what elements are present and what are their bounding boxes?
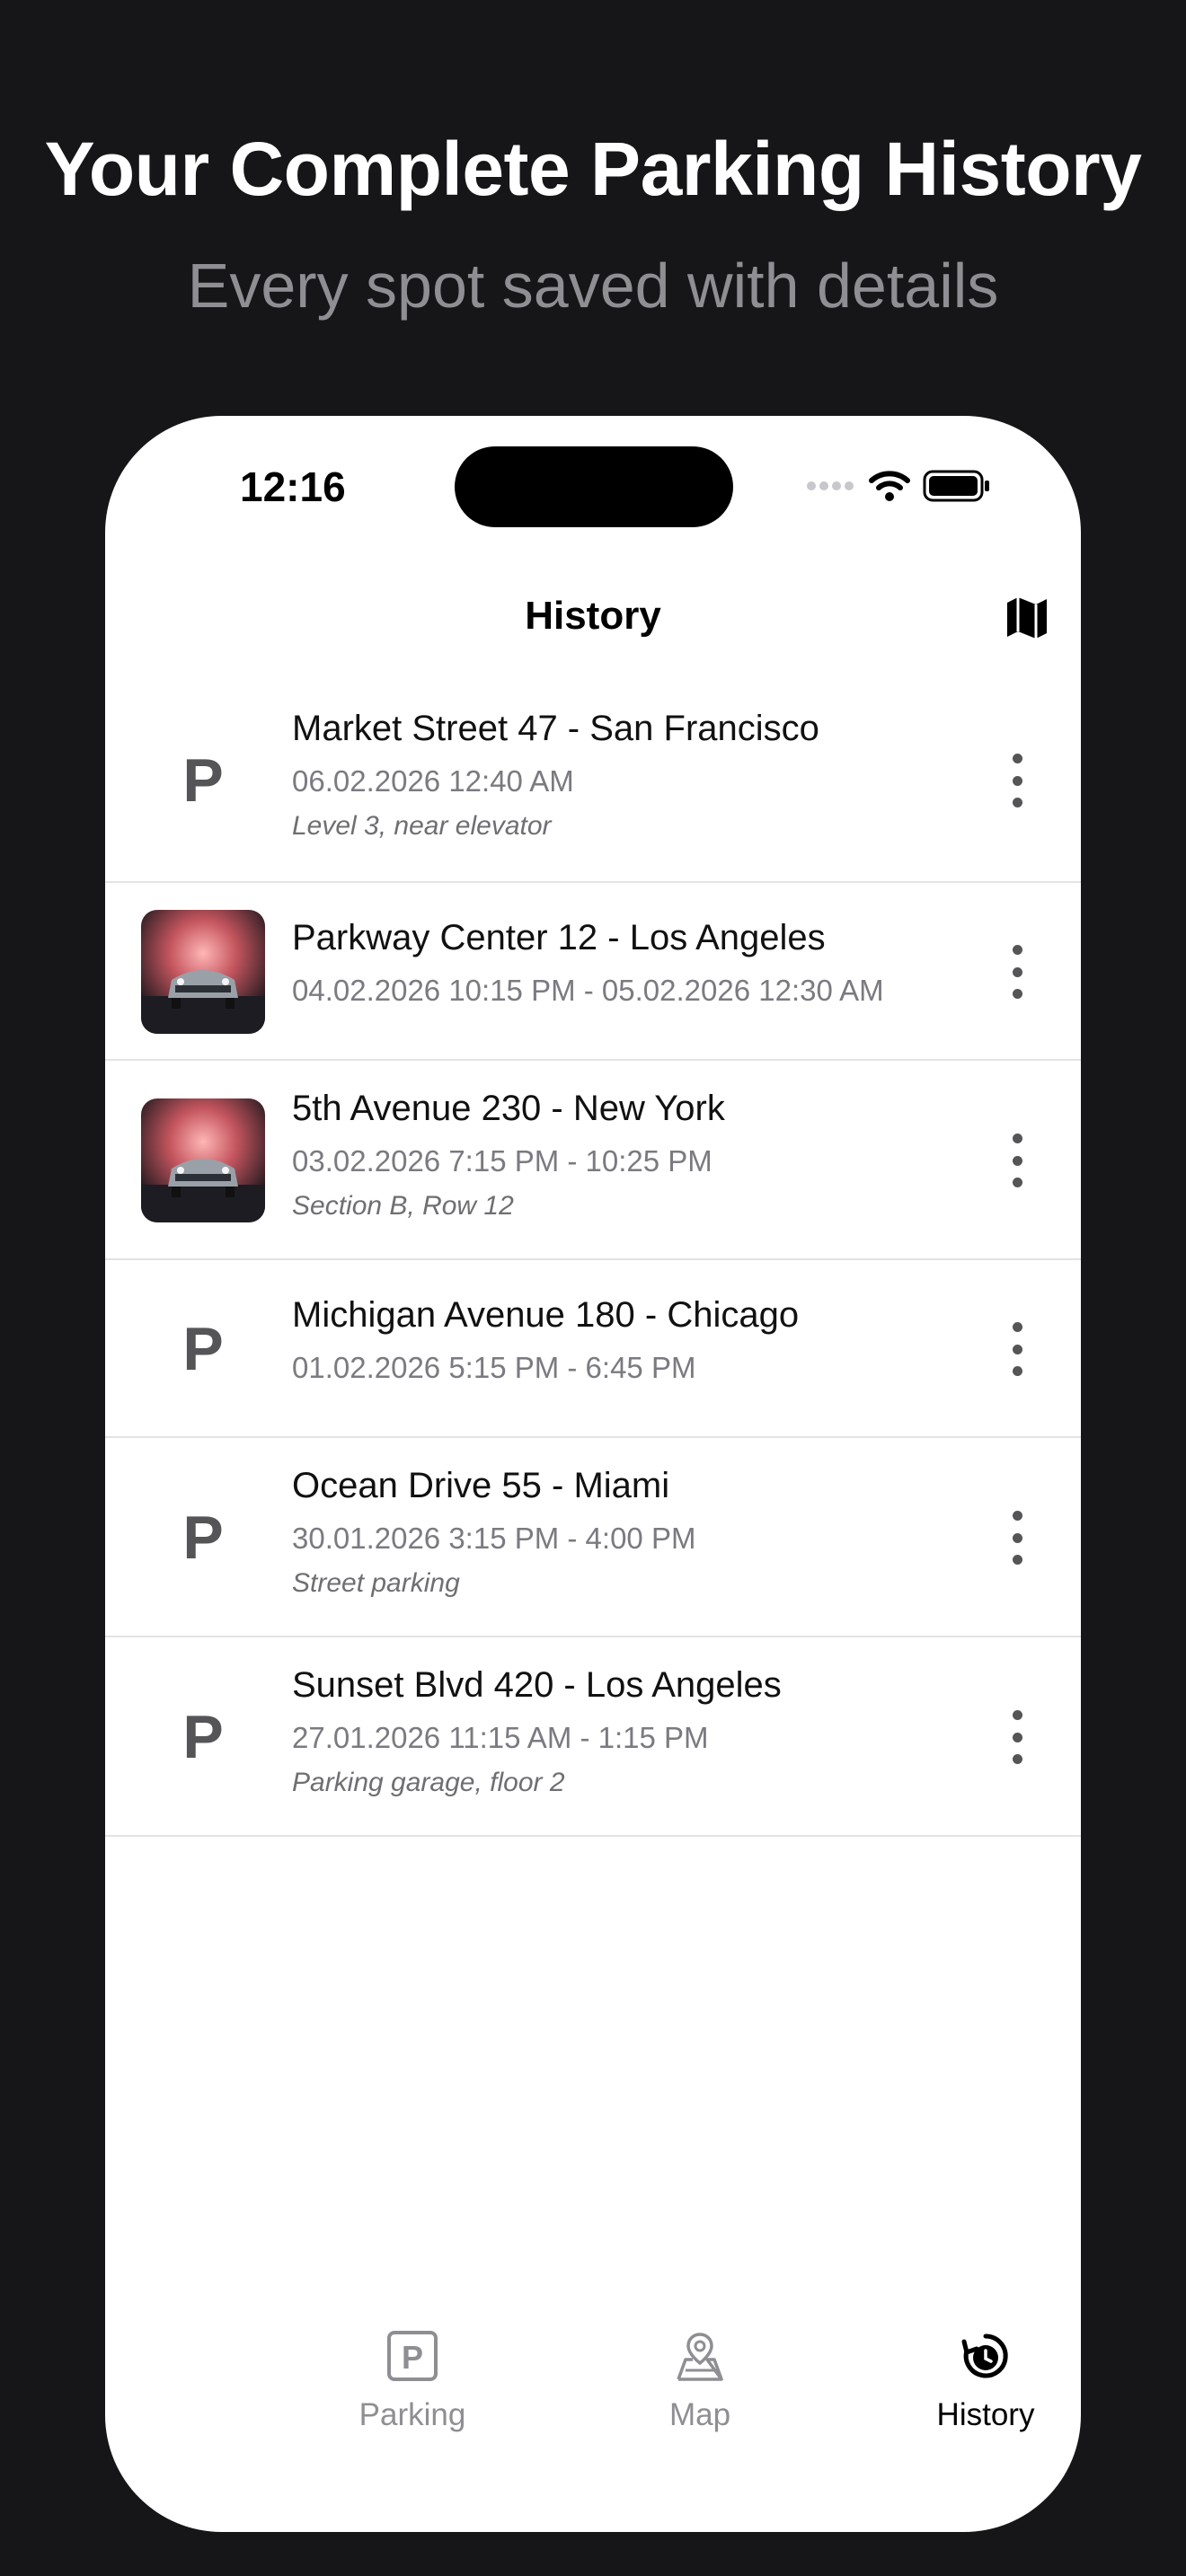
- status-icons: [806, 468, 991, 504]
- signal-icon: [807, 481, 854, 490]
- more-options-icon[interactable]: [1004, 1322, 1031, 1376]
- tab-map[interactable]: Map: [601, 2329, 799, 2473]
- history-title: Sunset Blvd 420 - Los Angeles: [292, 1665, 782, 1705]
- promo-subline: Every spot saved with details: [187, 251, 999, 321]
- parking-icon: P: [387, 2331, 438, 2381]
- history-date: 03.02.2026 7:15 PM - 10:25 PM: [292, 1144, 712, 1178]
- history-row[interactable]: P Market Street 47 - San Francisco 06.02.2…: [105, 678, 1081, 883]
- page-title: History: [525, 594, 661, 638]
- tab-bar: P Parking Map History: [105, 2329, 1081, 2473]
- wifi-icon: [869, 471, 910, 501]
- history-date: 06.02.2026 12:40 AM: [292, 764, 574, 798]
- history-note: Street parking: [292, 1568, 460, 1598]
- tab-parking[interactable]: P Parking: [314, 2329, 511, 2473]
- history-date: 27.01.2026 11:15 AM - 1:15 PM: [292, 1721, 709, 1754]
- history-title: Parkway Center 12 - Los Angeles: [292, 918, 826, 957]
- more-options-icon[interactable]: [1004, 1511, 1031, 1565]
- history-title: 5th Avenue 230 - New York: [292, 1089, 725, 1128]
- history-title: Michigan Avenue 180 - Chicago: [292, 1295, 800, 1335]
- history-date: 30.01.2026 3:15 PM - 4:00 PM: [292, 1522, 696, 1555]
- history-row[interactable]: P Ocean Drive 55 - Miami 30.01.2026 3:15 P…: [105, 1438, 1081, 1637]
- more-options-icon[interactable]: [1004, 945, 1031, 999]
- history-date: 04.02.2026 10:15 PM - 05.02.2026 12:30 A…: [292, 974, 884, 1007]
- tab-map-label: Map: [668, 2397, 731, 2432]
- tab-parking-label: Parking: [358, 2397, 466, 2432]
- history-date: 01.02.2026 5:15 PM - 6:45 PM: [292, 1351, 696, 1384]
- parking-p-icon: P: [182, 1315, 224, 1383]
- history-row[interactable]: 5th Avenue 230 - New York 03.02.2026 7:15…: [105, 1061, 1081, 1260]
- history-row[interactable]: P Michigan Avenue 180 - Chicago 01.02.2026…: [105, 1260, 1081, 1438]
- parking-p-icon: P: [182, 1504, 224, 1572]
- history-note: Level 3, near elevator: [292, 811, 552, 841]
- history-row[interactable]: P Sunset Blvd 420 - Los Angeles 27.01.2026…: [105, 1637, 1081, 1837]
- history-title: Market Street 47 - San Francisco: [292, 709, 819, 748]
- map-icon[interactable]: [1002, 592, 1052, 642]
- parking-photo[interactable]: [141, 1098, 265, 1222]
- dynamic-island: [455, 446, 733, 527]
- history-list: P Market Street 47 - San Francisco 06.02.2…: [105, 678, 1081, 1837]
- parking-p-icon: P: [182, 1703, 224, 1771]
- promo-headline: Your Complete Parking History: [44, 127, 1142, 211]
- history-icon: [961, 2333, 1008, 2378]
- history-note: Section B, Row 12: [292, 1191, 514, 1221]
- status-time: 12:16: [240, 463, 346, 510]
- history-title: Ocean Drive 55 - Miami: [292, 1466, 670, 1505]
- map-pin-icon: [677, 2333, 723, 2381]
- tab-history-label: History: [936, 2397, 1035, 2432]
- more-options-icon[interactable]: [1004, 1710, 1031, 1764]
- parking-glyph: P: [402, 2339, 423, 2376]
- tab-history[interactable]: History: [887, 2329, 1081, 2473]
- battery-icon: [923, 470, 989, 502]
- more-options-icon[interactable]: [1004, 1134, 1031, 1187]
- parking-photo[interactable]: [141, 910, 265, 1034]
- phone-screen: 12:16 History P Market Street 47 - San Fr…: [105, 416, 1081, 2532]
- parking-p-icon: P: [182, 746, 224, 815]
- history-row[interactable]: Parkway Center 12 - Los Angeles 04.02.202…: [105, 883, 1081, 1061]
- more-options-icon[interactable]: [1004, 754, 1031, 807]
- history-note: Parking garage, floor 2: [292, 1768, 565, 1797]
